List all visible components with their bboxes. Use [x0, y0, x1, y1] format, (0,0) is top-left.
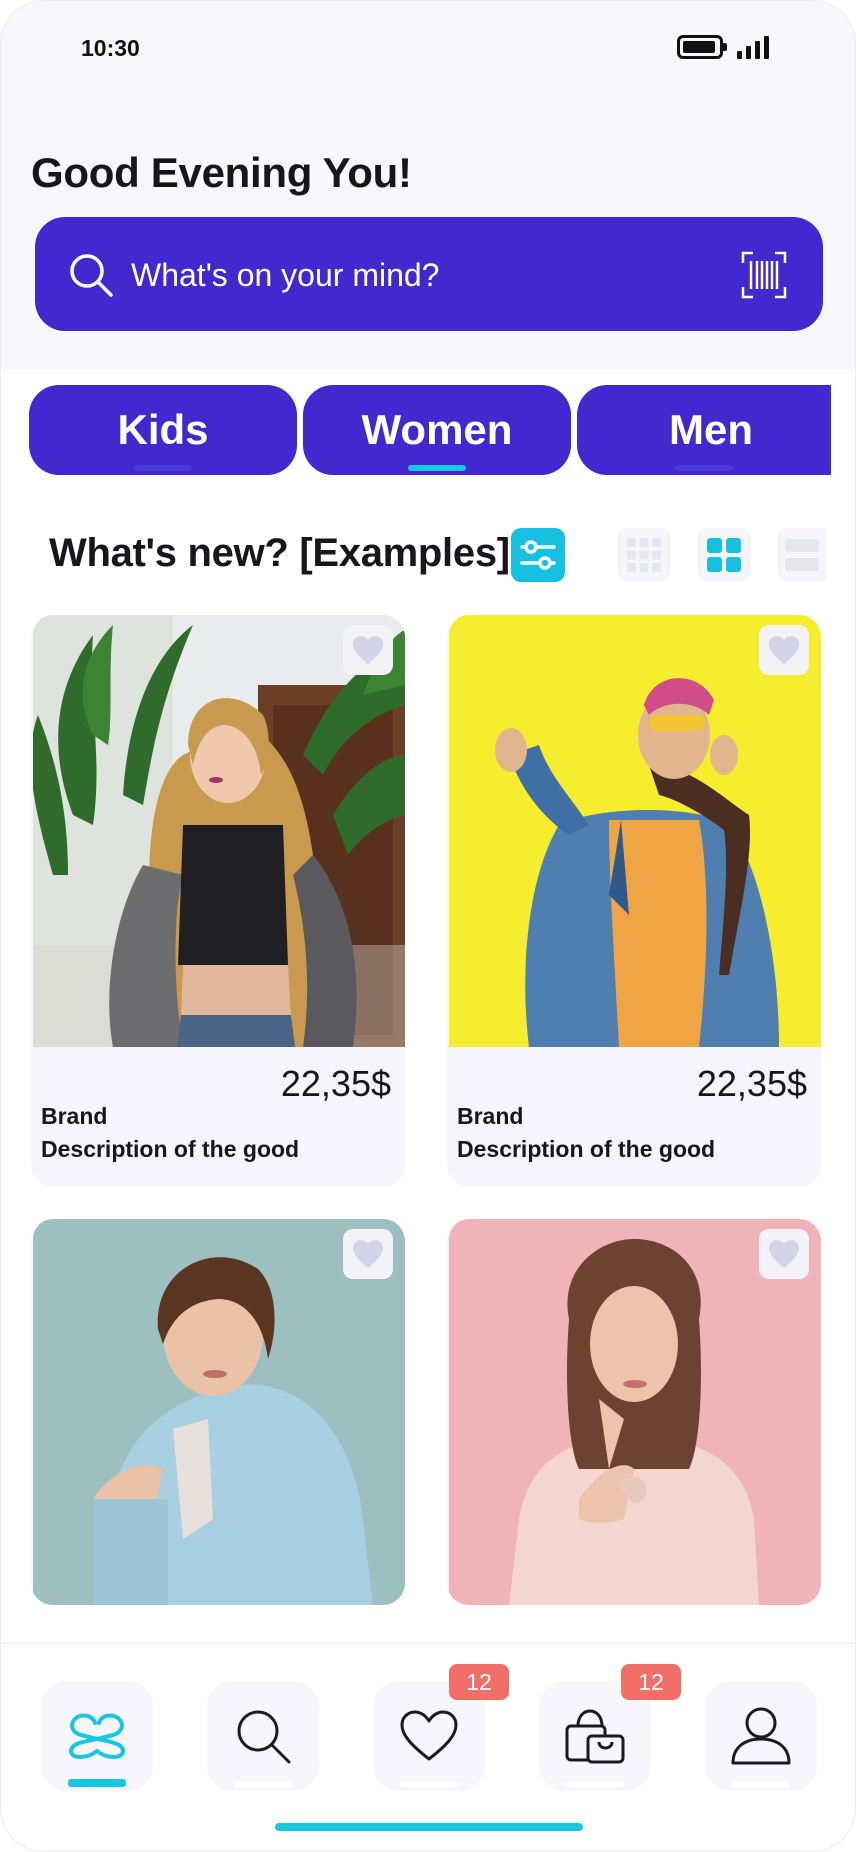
product-price: 22,35$ [280, 1063, 391, 1104]
heart-icon [769, 636, 799, 664]
tab-men[interactable]: Men [577, 385, 831, 475]
tab-women[interactable]: Women [303, 385, 571, 475]
favorite-button[interactable] [759, 625, 809, 675]
favorite-button[interactable] [343, 1229, 393, 1279]
product-price: 22,35$ [696, 1063, 807, 1104]
photo-woman-yellow [449, 615, 821, 1047]
filter-button[interactable] [511, 528, 565, 582]
signal-icon [737, 35, 769, 59]
product-photo[interactable] [449, 615, 821, 1047]
photo-woman-plants [33, 615, 405, 1047]
barcode-scan-icon[interactable] [741, 251, 787, 299]
view-list-button[interactable] [777, 528, 827, 582]
status-time: 10:30 [81, 35, 140, 61]
product-brand: Brand [457, 1103, 524, 1129]
heart-icon [400, 1710, 458, 1761]
product-photo[interactable] [33, 615, 405, 1047]
product-card[interactable] [447, 1219, 821, 1605]
view-grid-3x3-button[interactable] [617, 528, 671, 582]
phone-screen: 10:30 Good Evening You! What's on your m… [0, 0, 856, 1852]
heart-icon [353, 1240, 383, 1268]
search-icon [70, 254, 113, 297]
favorite-button[interactable] [343, 625, 393, 675]
nav-indicator [566, 1781, 624, 1787]
battery-icon [677, 35, 727, 59]
heart-icon [769, 1240, 799, 1268]
grid-2x2-icon [707, 538, 741, 572]
product-card[interactable]: 22,35$ Brand Description of the good [31, 615, 405, 1187]
product-brand: Brand [41, 1103, 108, 1129]
tab-indicator-active [408, 465, 466, 471]
search-input[interactable]: What's on your mind? [131, 257, 439, 294]
product-card[interactable]: 22,35$ Brand Description of the good [447, 615, 821, 1187]
tab-indicator [134, 465, 192, 471]
greeting-title: Good Evening You! [31, 149, 412, 196]
nav-profile[interactable] [705, 1681, 817, 1791]
nav-active-indicator [68, 1779, 126, 1787]
list-icon [785, 539, 819, 571]
home-indicator[interactable] [275, 1823, 583, 1831]
section-title: What's new? [Examples] [49, 531, 510, 575]
profile-icon [731, 1707, 791, 1765]
product-description: Description of the good [457, 1136, 716, 1162]
favorite-button[interactable] [759, 1229, 809, 1279]
tab-label: Women [361, 406, 513, 453]
nav-search[interactable] [207, 1681, 319, 1791]
sliders-icon [520, 540, 556, 570]
search-icon [237, 1710, 291, 1764]
status-icons [677, 35, 769, 59]
heart-icon [353, 636, 383, 664]
tab-indicator [675, 465, 733, 471]
view-grid-2x2-button[interactable] [697, 528, 751, 582]
tab-label: Men [669, 406, 753, 453]
nav-home[interactable] [41, 1681, 153, 1791]
nav-indicator [234, 1781, 292, 1787]
product-card[interactable] [31, 1219, 405, 1605]
cart-count-badge: 12 [621, 1664, 681, 1700]
product-description: Description of the good [41, 1136, 300, 1162]
nav-indicator [400, 1781, 458, 1787]
grid-3x3-icon [627, 538, 661, 572]
home-logo-icon [68, 1713, 126, 1759]
nav-indicator [732, 1781, 790, 1787]
favorites-count-badge: 12 [449, 1664, 509, 1700]
tab-kids[interactable]: Kids [29, 385, 297, 475]
tab-label: Kids [117, 406, 209, 453]
shopping-bag-icon [565, 1709, 625, 1764]
